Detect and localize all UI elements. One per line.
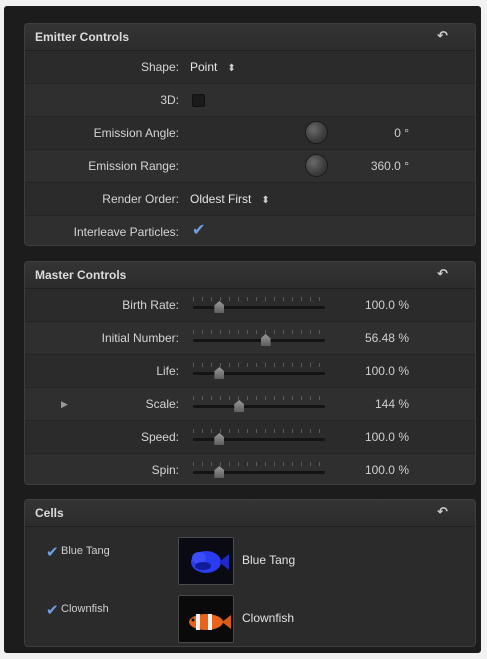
emission-angle-value[interactable]: 0 °	[394, 117, 409, 149]
life-row: Life: 100.0 %	[25, 355, 475, 388]
slider-thumb[interactable]	[234, 400, 245, 412]
slider-track	[193, 471, 325, 474]
render-order-label: Render Order:	[102, 192, 179, 206]
cell-title-label: Blue Tang	[242, 553, 296, 567]
slider-ticks	[193, 297, 325, 301]
threed-label: 3D:	[160, 93, 179, 107]
emitter-controls-panel: Emitter Controls ↶ Shape: Point ⬍ 3D: Emi…	[24, 23, 476, 246]
interleave-label: Interleave Particles:	[73, 225, 179, 239]
clownfish-thumbnail[interactable]	[178, 595, 234, 643]
master-controls-header: Master Controls ↶	[25, 262, 475, 289]
cell-name-label: Clownfish	[61, 603, 109, 615]
scale-label: Scale:	[145, 397, 179, 411]
shape-row: Shape: Point ⬍	[25, 51, 475, 84]
cells-header: Cells ↶	[25, 500, 475, 527]
reset-icon[interactable]: ↶	[437, 505, 449, 518]
initial-number-slider[interactable]	[193, 330, 325, 346]
checkmark-icon[interactable]: ✔	[46, 601, 59, 619]
speed-value[interactable]: 100.0 %	[365, 421, 409, 453]
birth-rate-row: Birth Rate: 100.0 %	[25, 289, 475, 322]
scale-slider[interactable]	[193, 396, 325, 412]
slider-track	[193, 372, 325, 375]
spin-slider[interactable]	[193, 462, 325, 478]
cell-name-label: Blue Tang	[61, 545, 110, 557]
reset-icon[interactable]: ↶	[437, 267, 449, 280]
spin-label: Spin:	[151, 463, 179, 477]
slider-track	[193, 306, 325, 309]
speed-label: Speed:	[140, 430, 179, 444]
master-controls-panel: Master Controls ↶ Birth Rate: 100.0 % Init…	[24, 261, 476, 485]
render-order-row: Render Order: Oldest First ⬍	[25, 183, 475, 216]
emission-range-row: Emission Range: 360.0 °	[25, 150, 475, 183]
cell-item-clownfish[interactable]: ✔ Clownfish Clownfish	[25, 593, 475, 646]
birth-rate-slider[interactable]	[193, 297, 325, 313]
emitter-controls-title: Emitter Controls	[35, 30, 130, 44]
life-label: Life:	[156, 364, 179, 378]
speed-slider[interactable]	[193, 429, 325, 445]
slider-thumb[interactable]	[260, 334, 271, 346]
slider-thumb[interactable]	[214, 466, 225, 478]
reset-icon[interactable]: ↶	[437, 29, 449, 42]
shape-popup[interactable]: Point ⬍	[190, 51, 236, 85]
scale-row: ▶ Scale: 144 %	[25, 388, 475, 421]
blue-tang-image	[179, 538, 233, 584]
up-down-arrows-icon: ⬍	[261, 195, 270, 206]
slider-thumb[interactable]	[214, 433, 225, 445]
speed-row: Speed: 100.0 %	[25, 421, 475, 454]
slider-track	[193, 405, 325, 408]
cell-title-label: Clownfish	[242, 611, 295, 625]
emission-range-dial[interactable]	[306, 155, 327, 176]
spin-value[interactable]: 100.0 %	[365, 454, 409, 484]
cell-item-blue-tang[interactable]: ✔ Blue Tang Blue Tang	[25, 535, 475, 593]
master-controls-title: Master Controls	[35, 268, 127, 282]
interleave-row: Interleave Particles: ✔	[25, 216, 475, 245]
slider-ticks	[193, 330, 325, 334]
life-value[interactable]: 100.0 %	[365, 355, 409, 387]
scale-value[interactable]: 144 %	[375, 388, 409, 420]
slider-track	[193, 339, 325, 342]
birth-rate-label: Birth Rate:	[122, 298, 179, 312]
slider-ticks	[193, 363, 325, 367]
cells-panel: Cells ↶ ✔ Blue Tang Blue Tang ✔ Clownfis…	[24, 499, 476, 647]
checkmark-icon[interactable]: ✔	[46, 543, 59, 561]
slider-thumb[interactable]	[214, 367, 225, 379]
disclosure-triangle-icon[interactable]: ▶	[61, 399, 68, 410]
slider-track	[193, 438, 325, 441]
emission-angle-label: Emission Angle:	[93, 126, 179, 140]
render-order-value: Oldest First	[190, 192, 252, 206]
emitter-controls-header: Emitter Controls ↶	[25, 24, 475, 51]
cells-title: Cells	[35, 506, 64, 520]
emission-range-value[interactable]: 360.0 °	[371, 150, 409, 182]
birth-rate-value[interactable]: 100.0 %	[365, 289, 409, 321]
threed-checkbox[interactable]	[192, 94, 205, 107]
emission-angle-dial[interactable]	[306, 122, 327, 143]
slider-thumb[interactable]	[214, 301, 225, 313]
blue-tang-thumbnail[interactable]	[178, 537, 234, 585]
shape-value: Point	[190, 60, 218, 74]
master-rows: Birth Rate: 100.0 % Initial Number: 56.48 %…	[25, 289, 475, 484]
initial-number-label: Initial Number:	[101, 331, 179, 345]
shape-label: Shape:	[140, 60, 179, 74]
emission-range-label: Emission Range:	[88, 159, 179, 173]
slider-ticks	[193, 396, 325, 400]
initial-number-value[interactable]: 56.48 %	[365, 322, 409, 354]
checkmark-icon[interactable]: ✔	[192, 220, 205, 240]
spin-row: Spin: 100.0 %	[25, 454, 475, 484]
slider-ticks	[193, 429, 325, 433]
inspector-window: Emitter Controls ↶ Shape: Point ⬍ 3D: Emi…	[4, 6, 481, 653]
render-order-popup[interactable]: Oldest First ⬍	[190, 183, 270, 217]
initial-number-row: Initial Number: 56.48 %	[25, 322, 475, 355]
emission-angle-row: Emission Angle: 0 °	[25, 117, 475, 150]
life-slider[interactable]	[193, 363, 325, 379]
up-down-arrows-icon: ⬍	[227, 63, 236, 74]
threed-row: 3D:	[25, 84, 475, 117]
clownfish-image	[179, 596, 233, 642]
slider-ticks	[193, 462, 325, 466]
